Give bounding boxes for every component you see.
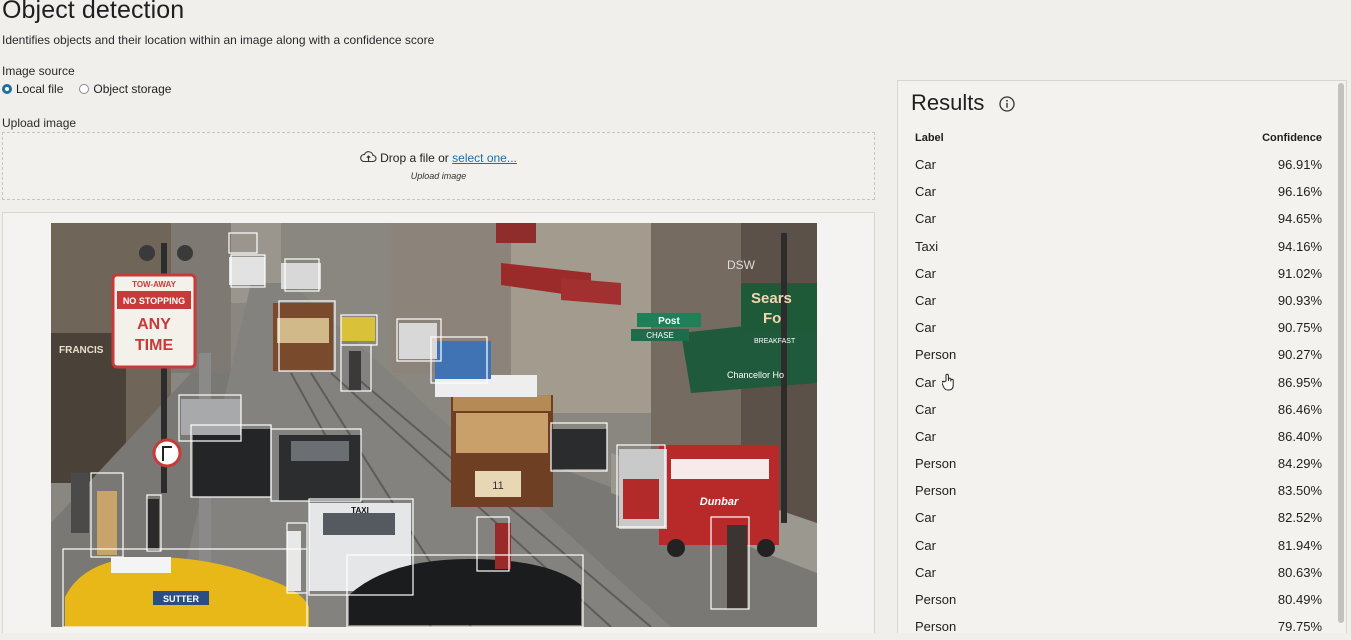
result-row[interactable]: Car 86.40% [898,423,1338,450]
result-row[interactable]: Car 86.95% [898,369,1338,396]
result-row[interactable]: Person 90.27% [898,341,1338,368]
result-label: Car [915,211,936,227]
result-row[interactable]: Car 81.94% [898,532,1338,559]
svg-text:Sears: Sears [751,290,792,307]
image-source-radio-group: Local file Object storage [2,82,171,96]
image-preview-panel: TOW-AWAY NO STOPPING ANY TIME FRANCIS DS… [2,212,875,633]
result-row[interactable]: Person 80.49% [898,586,1338,613]
hand-cursor-icon [941,373,956,396]
result-row[interactable]: Taxi 94.16% [898,233,1338,260]
page-subtitle: Identifies objects and their location wi… [2,33,435,47]
svg-text:TIME: TIME [135,337,174,354]
result-confidence: 86.40% [1277,428,1322,444]
page-title: Object detection [2,0,185,24]
results-title: Results [911,90,985,115]
upload-dropzone[interactable]: Drop a file or select one... Upload imag… [2,132,875,200]
result-row[interactable]: Car 86.46% [898,396,1338,423]
drop-text: Drop a file or [380,151,449,165]
svg-text:Fo: Fo [763,310,781,327]
result-row[interactable]: Person 83.50% [898,477,1338,504]
results-panel: Results Label Confidence Car 96.91% Car 96.… [897,80,1347,634]
result-label: Person [915,619,957,635]
svg-text:TAXI: TAXI [351,506,369,515]
result-label: Taxi [915,238,939,254]
result-label: Person [915,347,957,363]
tow-away-sign: TOW-AWAY NO STOPPING ANY TIME [111,273,197,369]
result-confidence: 91.02% [1277,265,1322,281]
result-label: Car [915,157,936,172]
result-label: Car [915,320,936,336]
result-label: Car [915,374,936,390]
result-row[interactable]: Car 96.16% [898,178,1338,205]
result-confidence: 86.46% [1277,401,1322,417]
result-label: Car [915,564,936,580]
svg-text:Chancellor Ho: Chancellor Ho [727,370,784,380]
result-confidence: 96.16% [1277,184,1322,200]
result-confidence: 86.95% [1277,374,1322,390]
result-label: Car [915,401,936,417]
result-label: Car [915,292,936,308]
result-row[interactable]: Car 80.63% [898,559,1338,586]
result-row[interactable]: Car 96.91% [898,151,1338,178]
svg-text:FRANCIS: FRANCIS [59,345,104,356]
upload-image-label: Upload image [2,116,77,130]
svg-text:11: 11 [492,480,503,492]
street-scene-image: TOW-AWAY NO STOPPING ANY TIME FRANCIS DS… [51,223,817,627]
cloud-upload-icon [360,151,377,166]
result-label: Car [915,537,936,553]
result-label: Car [915,265,936,281]
result-row[interactable]: Person 84.29% [898,450,1338,477]
results-scrollbar[interactable] [1338,83,1344,623]
svg-text:CHASE: CHASE [646,331,674,340]
svg-text:Dunbar: Dunbar [700,496,739,508]
svg-text:SUTTER: SUTTER [163,594,200,604]
radio-object-storage-dot[interactable] [79,84,90,94]
result-label: Person [915,592,957,607]
drop-line: Drop a file or select one... [3,151,874,166]
result-confidence: 94.16% [1277,238,1322,254]
result-confidence: 80.49% [1277,592,1322,607]
result-confidence: 80.63% [1277,564,1322,580]
result-confidence: 90.93% [1277,292,1322,308]
result-row[interactable]: Person 79.75% [898,613,1338,640]
svg-text:NO STOPPING: NO STOPPING [123,296,185,306]
column-header-confidence[interactable]: Confidence [1262,132,1322,144]
result-label: Person [915,456,957,472]
result-label: Car [915,428,936,444]
upload-sublabel: Upload image [410,171,467,181]
result-confidence: 83.50% [1277,483,1322,499]
radio-local-file-dot[interactable] [2,84,12,94]
result-confidence: 79.75% [1277,619,1322,635]
radio-object-storage-label: Object storage [93,82,172,96]
image-source-label: Image source [2,64,75,78]
svg-text:DSW: DSW [727,258,756,272]
svg-text:TOW-AWAY: TOW-AWAY [132,280,177,289]
result-confidence: 82.52% [1277,510,1322,526]
result-label: Car [915,184,936,200]
radio-object-storage[interactable]: Object storage [79,82,171,96]
svg-text:Post: Post [658,316,680,327]
result-confidence: 90.75% [1277,320,1322,336]
result-row[interactable]: Car 82.52% [898,504,1338,531]
result-label: Car [915,510,936,526]
result-confidence: 81.94% [1277,537,1322,553]
result-label: Person [915,483,957,499]
result-row[interactable]: Car 90.75% [898,314,1338,341]
result-confidence: 94.65% [1277,211,1322,227]
info-icon[interactable] [999,96,1015,117]
result-confidence: 84.29% [1277,456,1322,472]
result-row[interactable]: Car 90.93% [898,287,1338,314]
svg-text:BREAKFAST: BREAKFAST [754,338,796,345]
select-file-link[interactable]: select one... [452,151,517,165]
svg-text:ANY: ANY [137,316,171,333]
result-row[interactable]: Car 94.65% [898,205,1338,232]
result-confidence: 96.91% [1277,157,1322,172]
result-confidence: 90.27% [1277,347,1322,363]
column-header-label[interactable]: Label [915,132,944,144]
radio-local-file-label: Local file [16,82,64,96]
radio-local-file[interactable]: Local file [2,82,63,96]
results-table-body: Car 96.91% Car 96.16% Car 94.65% Taxi 94.16% Car… [898,151,1338,640]
result-row[interactable]: Car 91.02% [898,260,1338,287]
